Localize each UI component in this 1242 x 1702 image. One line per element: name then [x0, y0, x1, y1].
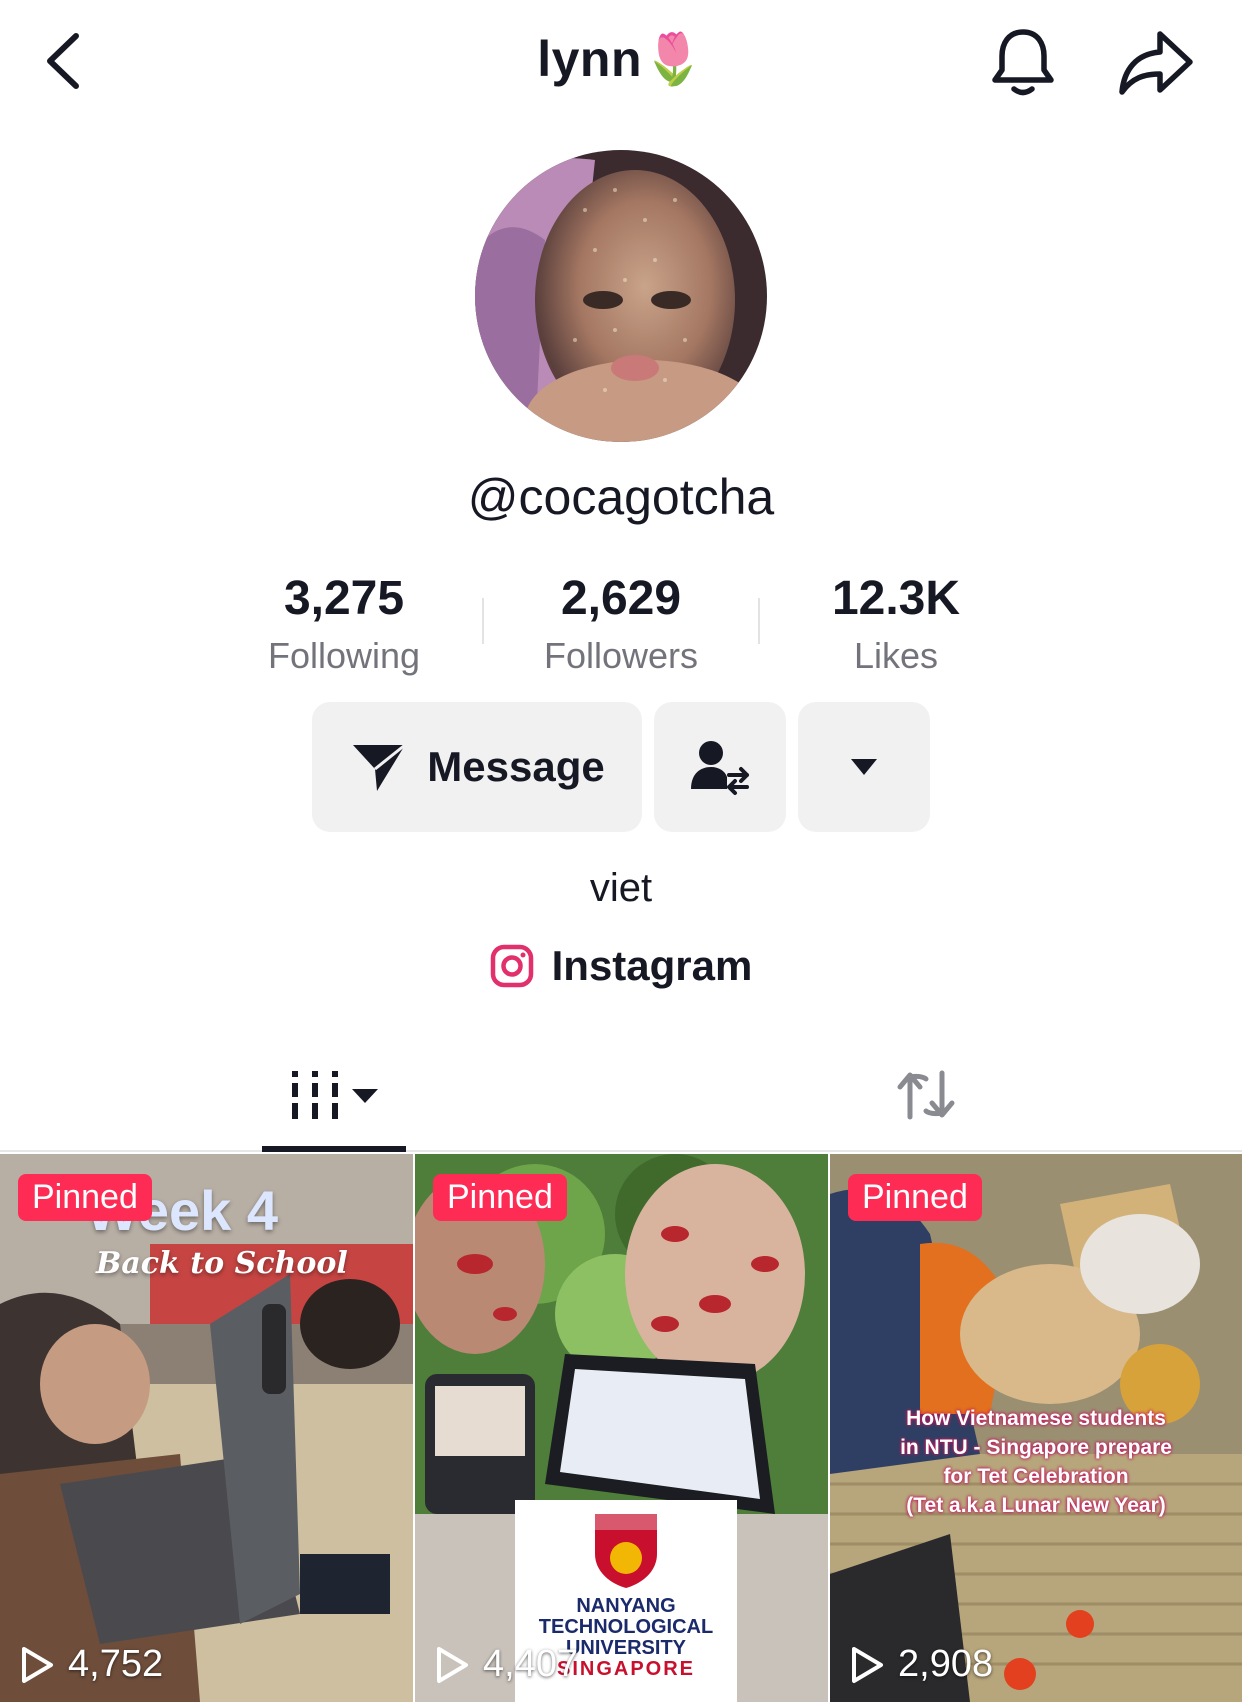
instagram-icon [490, 944, 533, 988]
notifications-button[interactable] [988, 26, 1058, 100]
ntu-crest-icon [595, 1514, 657, 1588]
more-options-button[interactable] [798, 702, 930, 832]
bell-icon [992, 29, 1054, 96]
repost-icon [897, 1070, 955, 1120]
play-icon [22, 1646, 53, 1683]
active-tab-indicator [262, 1146, 406, 1152]
view-count: 2,908 [850, 1643, 993, 1686]
view-count-value: 2,908 [898, 1643, 994, 1685]
share-arrow-icon [1119, 31, 1193, 95]
play-icon [852, 1646, 883, 1683]
stat-divider [758, 598, 760, 644]
stat-followers[interactable]: 2,629 Followers [491, 568, 751, 682]
profile-stats: 3,275 Following 2,629 Followers 12.3K Li… [0, 568, 1242, 688]
caption-line: How Vietnamese students [906, 1407, 1166, 1430]
content-tabs [0, 1040, 1242, 1152]
stat-label: Following [267, 635, 421, 676]
stat-value: 12.3K [831, 572, 961, 625]
avatar-image [475, 150, 767, 442]
follow-back-button[interactable] [654, 702, 786, 832]
stat-likes[interactable]: 12.3K Likes [766, 568, 1026, 682]
videos-grid-icon [292, 1071, 378, 1119]
top-bar: lynn🌷 [0, 0, 1242, 130]
video-overlay-caption: How Vietnamese students in NTU - Singapo… [840, 1404, 1232, 1520]
message-button[interactable]: Message [312, 702, 642, 832]
view-count: 4,752 [20, 1643, 163, 1686]
profile-handle: @cocagotcha [467, 469, 775, 525]
profile-bio: viet [589, 866, 653, 910]
caret-down-icon [851, 759, 877, 775]
view-count: 4,407 [435, 1643, 578, 1686]
video-thumbnail[interactable]: Week 4 Back to School Pinned 4,752 [0, 1154, 413, 1702]
stat-divider [482, 598, 484, 644]
video-thumbnail[interactable]: How Vietnamese students in NTU - Singapo… [830, 1154, 1242, 1702]
share-button[interactable] [1116, 26, 1196, 100]
ntu-logo-line: NANYANG [576, 1595, 676, 1617]
stat-label: Likes [853, 635, 939, 676]
profile-avatar[interactable] [475, 150, 767, 442]
pinned-badge: Pinned [18, 1174, 152, 1221]
ntu-logo-line: TECHNOLOGICAL [538, 1616, 714, 1638]
user-swap-icon [691, 741, 749, 795]
view-count-value: 4,752 [68, 1643, 164, 1685]
video-overlay-subtitle: Back to School [96, 1246, 348, 1281]
video-thumbnail[interactable]: NANYANG TECHNOLOGICAL UNIVERSITY SINGAPO… [415, 1154, 828, 1702]
tab-reposts[interactable] [860, 1040, 992, 1150]
caption-line: for Tet Celebration [943, 1465, 1129, 1488]
stat-value: 2,629 [560, 572, 682, 625]
video-grid: Week 4 Back to School Pinned 4,752 NANYA… [0, 1154, 1242, 1702]
instagram-link[interactable]: Instagram [0, 942, 1242, 990]
play-icon [437, 1646, 468, 1683]
stat-value: 3,275 [283, 572, 405, 625]
pinned-badge: Pinned [433, 1174, 567, 1221]
caption-line: (Tet a.k.a Lunar New Year) [906, 1494, 1166, 1517]
pinned-badge: Pinned [848, 1174, 982, 1221]
message-button-label: Message [427, 743, 605, 790]
stat-following[interactable]: 3,275 Following [214, 568, 474, 682]
tab-videos[interactable] [262, 1040, 406, 1152]
instagram-link-label: Instagram [551, 942, 753, 989]
stat-label: Followers [543, 635, 699, 676]
send-icon [353, 743, 407, 791]
caption-line: in NTU - Singapore prepare [900, 1436, 1172, 1459]
view-count-value: 4,407 [483, 1643, 579, 1685]
